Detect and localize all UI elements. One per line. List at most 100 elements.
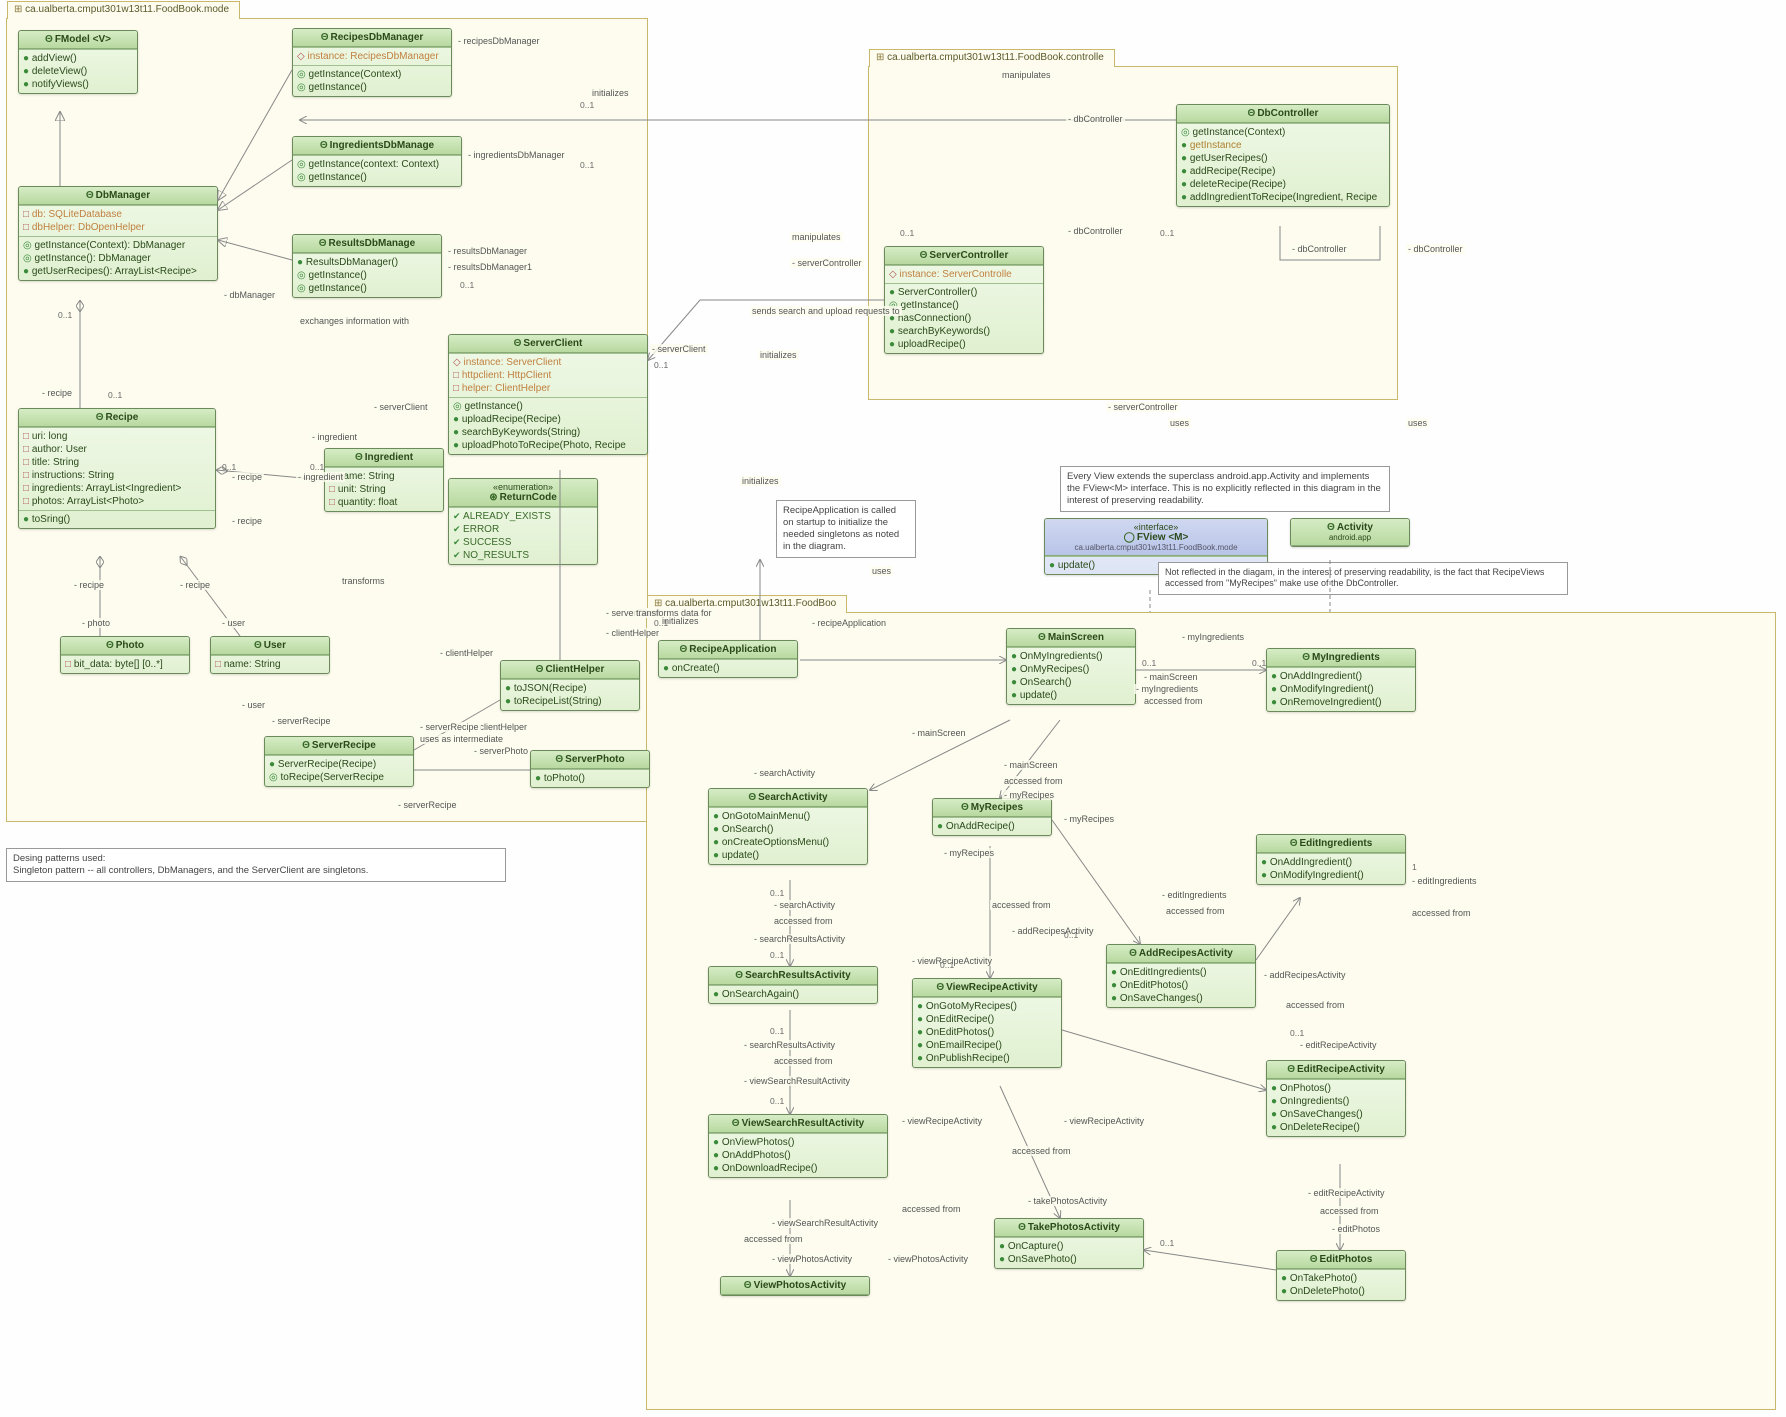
op: deleteRecipe(Recipe) bbox=[1181, 178, 1385, 191]
label-recipe3: - recipe bbox=[230, 516, 264, 526]
class-title: Activity bbox=[1337, 522, 1373, 533]
class-title: Ingredient bbox=[365, 452, 413, 463]
label-uses3: uses bbox=[870, 566, 893, 576]
op: getInstance() bbox=[889, 299, 1039, 312]
note-recipeapp: RecipeApplication is called on startup t… bbox=[776, 500, 916, 558]
op: toSring() bbox=[23, 513, 211, 526]
mult: 0..1 bbox=[1142, 658, 1156, 668]
class-title: User bbox=[264, 640, 286, 651]
note-design-patterns: Desing patterns used: Singleton pattern … bbox=[6, 848, 506, 882]
label-searchActivity: - searchActivity bbox=[772, 900, 837, 910]
op: OnGotoMainMenu() bbox=[713, 810, 863, 823]
op: notifyViews() bbox=[23, 78, 133, 91]
class-title: ServerPhoto bbox=[565, 754, 624, 765]
class-title: ReturnCode bbox=[500, 492, 557, 503]
class-clienthelper[interactable]: ΘClientHelper toJSON(Recipe) toRecipeLis… bbox=[500, 660, 640, 711]
literal: ERROR bbox=[453, 523, 593, 536]
class-title: ViewPhotosActivity bbox=[754, 1280, 847, 1291]
class-photo[interactable]: ΘPhoto bit_data: byte[] [0..*] bbox=[60, 636, 190, 674]
op: ServerController() bbox=[889, 286, 1039, 299]
class-recipesdbmanager[interactable]: ΘRecipesDbManager instance: RecipesDbMan… bbox=[292, 28, 452, 97]
class-myrecipes[interactable]: ΘMyRecipes OnAddRecipe() bbox=[932, 798, 1052, 836]
label-manipulates2: manipulates bbox=[790, 232, 843, 242]
attr: ingredients: ArrayList<Ingredient> bbox=[23, 482, 211, 495]
class-dbcontroller[interactable]: ΘDbController getInstance(Context) getIn… bbox=[1176, 104, 1390, 207]
class-fmodel[interactable]: ΘFModel <V> addView() deleteView() notif… bbox=[18, 30, 138, 94]
class-editrecipeactivity[interactable]: ΘEditRecipeActivity OnPhotos() OnIngredi… bbox=[1266, 1060, 1406, 1137]
label-recipe5: - recipe bbox=[178, 580, 212, 590]
class-serverclient[interactable]: ΘServerClient instance: ServerClient htt… bbox=[448, 334, 648, 455]
class-title: MainScreen bbox=[1048, 632, 1104, 643]
label-mainScreen3: - mainScreen bbox=[1142, 672, 1200, 682]
label-editRecipeActivity: - editRecipeActivity bbox=[1298, 1040, 1379, 1050]
class-recipeapplication[interactable]: ΘRecipeApplication onCreate() bbox=[658, 640, 798, 678]
class-takephotosactivity[interactable]: ΘTakePhotosActivity OnCapture() OnSavePh… bbox=[994, 1218, 1144, 1269]
label-serverClient: - serverClient bbox=[650, 344, 708, 354]
mult: 0..1 bbox=[58, 310, 72, 320]
class-serverphoto[interactable]: ΘServerPhoto toPhoto() bbox=[530, 750, 650, 788]
class-viewsearchresultactivity[interactable]: ΘViewSearchResultActivity OnViewPhotos()… bbox=[708, 1114, 888, 1178]
op: OnModifyIngredient() bbox=[1271, 683, 1411, 696]
class-dbmanager[interactable]: ΘDbManager db: SQLiteDatabase dbHelper: … bbox=[18, 186, 218, 281]
label-myRecipes: - myRecipes bbox=[1062, 814, 1116, 824]
mult: 0..1 bbox=[900, 228, 914, 238]
class-myingredients[interactable]: ΘMyIngredients OnAddIngredient() OnModif… bbox=[1266, 648, 1416, 712]
op: OnSearch() bbox=[1011, 676, 1131, 689]
op: getInstance() bbox=[297, 269, 437, 282]
mult: 0..1 bbox=[1252, 658, 1266, 668]
op: OnAddRecipe() bbox=[937, 820, 1047, 833]
class-title: TakePhotosActivity bbox=[1028, 1222, 1120, 1233]
class-servercontroller[interactable]: ΘServerController instance: ServerContro… bbox=[884, 246, 1044, 354]
class-title: ViewRecipeActivity bbox=[946, 982, 1038, 993]
class-serverrecipe[interactable]: ΘServerRecipe ServerRecipe(Recipe) toRec… bbox=[264, 736, 414, 787]
class-addrecipesactivity[interactable]: ΘAddRecipesActivity OnEditIngredients() … bbox=[1106, 944, 1256, 1008]
op: getInstance() bbox=[297, 171, 457, 184]
mult: 0..1 bbox=[770, 950, 784, 960]
op: getInstance(): DbManager bbox=[23, 252, 213, 265]
attr: dbHelper: DbOpenHelper bbox=[23, 221, 213, 234]
class-editphotos[interactable]: ΘEditPhotos OnTakePhoto() OnDeletePhoto(… bbox=[1276, 1250, 1406, 1301]
class-title: MyIngredients bbox=[1312, 652, 1380, 663]
sub: android.app bbox=[1297, 533, 1403, 542]
op: OnCapture() bbox=[999, 1240, 1139, 1253]
class-title: FModel <V> bbox=[55, 34, 111, 45]
label-resultsDbManager1: - resultsDbManager1 bbox=[446, 262, 534, 272]
literal: NO_RESULTS bbox=[453, 549, 593, 562]
class-searchactivity[interactable]: ΘSearchActivity OnGotoMainMenu() OnSearc… bbox=[708, 788, 868, 865]
mult: 0..1 bbox=[1290, 1028, 1304, 1038]
class-user[interactable]: ΘUser name: String bbox=[210, 636, 330, 674]
op: update() bbox=[1011, 689, 1131, 702]
class-activity[interactable]: ΘActivity android.app bbox=[1290, 518, 1410, 547]
class-recipe[interactable]: ΘRecipe uri: long author: User title: St… bbox=[18, 408, 216, 529]
label-viewSearchResultActivity2: - viewSearchResultActivity bbox=[770, 1218, 880, 1228]
op: uploadRecipe() bbox=[889, 338, 1039, 351]
mult: 0..1 bbox=[1160, 1238, 1174, 1248]
class-viewrecipeactivity[interactable]: ΘViewRecipeActivity OnGotoMyRecipes() On… bbox=[912, 978, 1062, 1068]
label-accessed-from-er: accessed from bbox=[1318, 1206, 1381, 1216]
label-viewRecipeActivity3: - viewRecipeActivity bbox=[1062, 1116, 1146, 1126]
op: OnModifyIngredient() bbox=[1261, 869, 1401, 882]
package-controller-tab: ca.ualberta.cmput301w13t11.FoodBook.cont… bbox=[869, 49, 1115, 67]
class-returncode[interactable]: «enumeration» ⊛ReturnCode ALREADY_EXISTS… bbox=[448, 478, 598, 565]
note-fview: Every View extends the superclass androi… bbox=[1060, 466, 1390, 512]
mult: 0..1 bbox=[580, 100, 594, 110]
label-exchanges: exchanges information with bbox=[298, 316, 411, 326]
op: uploadRecipe(Recipe) bbox=[453, 413, 643, 426]
note-text: RecipeApplication is called on startup t… bbox=[783, 505, 899, 552]
class-editingredients[interactable]: ΘEditIngredients OnAddIngredient() OnMod… bbox=[1256, 834, 1406, 885]
mult: 0..1 bbox=[1160, 228, 1174, 238]
class-searchresultsactivity[interactable]: ΘSearchResultsActivity OnSearchAgain() bbox=[708, 966, 878, 1004]
class-ingredientsdbmanage[interactable]: ΘIngredientsDbManage getInstance(context… bbox=[292, 136, 462, 187]
class-viewphotosactivity[interactable]: ΘViewPhotosActivity bbox=[720, 1276, 870, 1296]
op: getInstance(Context) bbox=[297, 68, 447, 81]
class-resultsdbmanage[interactable]: ΘResultsDbManage ResultsDbManager() getI… bbox=[292, 234, 442, 298]
label-clientHelper2: - clientHelper bbox=[472, 722, 529, 732]
attr: db: SQLiteDatabase bbox=[23, 208, 213, 221]
op: OnEditPhotos() bbox=[1111, 979, 1251, 992]
label-recipe2: - recipe bbox=[230, 472, 264, 482]
class-mainscreen[interactable]: ΘMainScreen OnMyIngredients() OnMyRecipe… bbox=[1006, 628, 1136, 705]
op: getInstance(context: Context) bbox=[297, 158, 457, 171]
attr: instance: ServerControlle bbox=[889, 268, 1039, 281]
op: OnSaveChanges() bbox=[1111, 992, 1251, 1005]
mult: 0..1 bbox=[654, 360, 668, 370]
